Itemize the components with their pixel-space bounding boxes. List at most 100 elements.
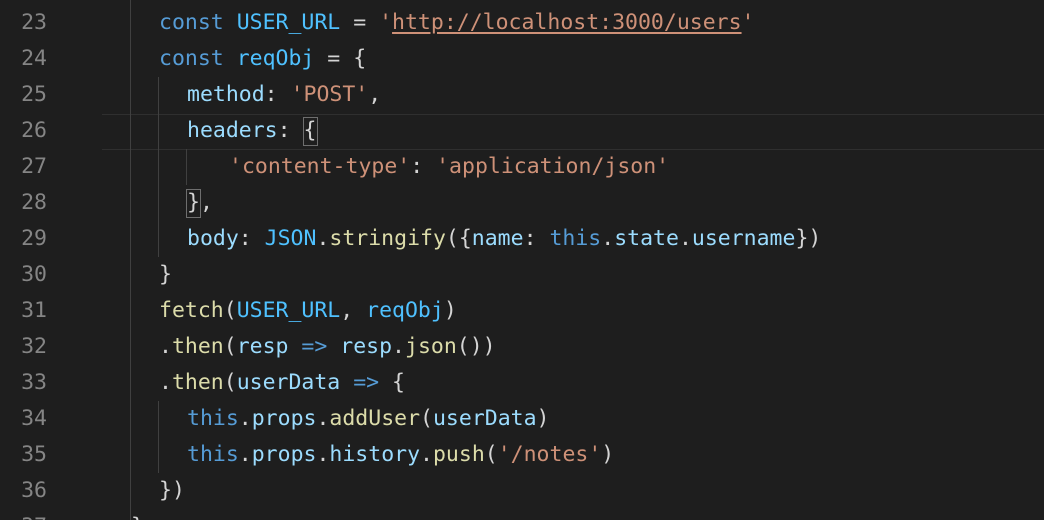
code-token: { [379, 370, 405, 395]
indent-guide [130, 0, 131, 520]
code-token: state [614, 226, 679, 251]
code-token: . [392, 334, 405, 359]
code-line[interactable]: .then(userData => { [159, 365, 405, 401]
code-token: ({ [445, 226, 472, 251]
code-token: . [316, 442, 330, 467]
bracket-match-close [186, 189, 201, 218]
code-token: props [251, 406, 317, 431]
code-token: : [523, 226, 550, 251]
code-token: fetch [159, 298, 224, 323]
code-token: reqObj [366, 298, 444, 323]
code-token: 'content-type' [229, 154, 411, 179]
code-token: JSON [264, 226, 317, 251]
code-token: = [340, 10, 380, 35]
code-token: resp [340, 334, 393, 359]
code-token: 'application/json' [436, 154, 670, 179]
code-token: . [159, 334, 172, 359]
code-line[interactable]: const USER_URL = 'http://localhost:3000/… [159, 5, 755, 41]
code-token: name [471, 226, 524, 251]
code-token: 'POST' [290, 82, 369, 107]
code-token: . [678, 226, 692, 251]
code-token: addUser [329, 406, 421, 431]
code-token: ) [443, 298, 457, 323]
code-token: }) [159, 478, 185, 503]
code-token: '/notes' [497, 442, 602, 467]
indent-guide [186, 149, 187, 185]
indent-guide [158, 401, 159, 473]
code-token: . [601, 226, 615, 251]
code-token: headers [187, 118, 278, 143]
code-token: }) [795, 226, 822, 251]
code-token: body [187, 226, 239, 251]
code-line[interactable]: this.props.history.push('/notes') [187, 437, 614, 473]
code-token: USER_URL [236, 10, 341, 35]
code-token: resp [236, 334, 289, 359]
code-line[interactable]: }) [159, 473, 185, 509]
code-token: , [368, 82, 382, 107]
code-token: const [159, 10, 224, 35]
code-token: ( [223, 334, 237, 359]
code-area[interactable]: const USER_URL = 'http://localhost:3000/… [0, 0, 1044, 520]
code-token: stringify [329, 226, 446, 251]
code-token: push [432, 442, 485, 467]
code-token: ' [379, 10, 393, 35]
code-line[interactable]: const reqObj = { [159, 41, 366, 77]
code-token: history [329, 442, 421, 467]
code-token: , [199, 190, 213, 215]
code-token: . [316, 406, 330, 431]
code-token: ( [223, 298, 237, 323]
indent-guide [158, 77, 159, 257]
code-line[interactable]: body: JSON.stringify({name: this.state.u… [187, 221, 821, 257]
code-token: ) [601, 442, 615, 467]
code-token: } [131, 514, 144, 520]
code-line[interactable]: 'content-type': 'application/json' [229, 149, 669, 185]
code-token: , [340, 298, 367, 323]
code-token: . [316, 226, 330, 251]
bracket-match-open [303, 117, 318, 146]
code-token: ) [536, 406, 550, 431]
code-token: json [405, 334, 457, 359]
code-token: : [410, 154, 437, 179]
code-token: } [159, 262, 172, 287]
code-token: ()) [456, 334, 496, 359]
code-token: props [251, 442, 317, 467]
code-token: => [301, 334, 328, 359]
code-token: this [187, 406, 239, 431]
code-line[interactable]: } [159, 257, 172, 293]
code-token: : [238, 226, 265, 251]
code-token: userData [236, 370, 341, 395]
code-token: username [691, 226, 796, 251]
code-token: : [264, 82, 291, 107]
code-token: . [238, 442, 252, 467]
code-token: . [420, 442, 433, 467]
code-token: then [171, 334, 224, 359]
code-token: . [159, 370, 172, 395]
code-token: : [277, 118, 304, 143]
code-token: method [187, 82, 265, 107]
code-line[interactable]: headers: { [187, 113, 316, 149]
code-line[interactable]: .then(resp => resp.json()) [159, 329, 496, 365]
code-line[interactable]: method: 'POST', [187, 77, 381, 113]
code-token: then [171, 370, 224, 395]
code-token: ' [741, 10, 755, 35]
code-line[interactable]: this.props.addUser(userData) [187, 401, 550, 437]
code-editor[interactable]: 232425262728293031323334353637 const USE… [0, 0, 1044, 520]
code-line[interactable]: } [131, 509, 144, 520]
code-token: => [353, 370, 380, 395]
code-token: ( [484, 442, 498, 467]
code-token: USER_URL [236, 298, 341, 323]
code-token: this [187, 442, 239, 467]
code-line[interactable]: fetch(USER_URL, reqObj) [159, 293, 457, 329]
code-token: const [159, 46, 224, 71]
code-token: reqObj [236, 46, 315, 71]
code-token: ( [420, 406, 433, 431]
code-token: . [238, 406, 252, 431]
code-token: userData [432, 406, 537, 431]
code-token: ( [223, 370, 237, 395]
code-token: http://localhost:3000/users [392, 10, 742, 35]
